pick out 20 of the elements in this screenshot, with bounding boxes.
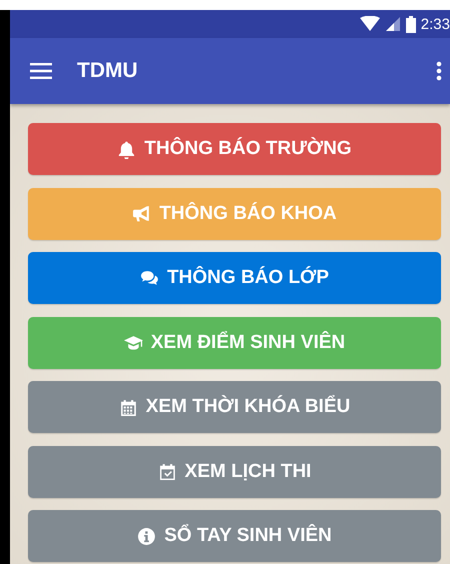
status-time: 2:33 [420,16,450,32]
signal-icon [384,16,401,32]
menu-icon[interactable] [30,63,52,79]
calendar-check-icon [158,462,177,481]
more-options-icon[interactable] [436,61,442,81]
menu-button[interactable]: XEM LỊCH THI [28,446,441,498]
megaphone-icon [132,204,152,223]
menu-button[interactable]: THÔNG BÁO KHOA [28,188,441,240]
battery-icon [406,16,416,32]
wifi-icon [360,16,380,32]
bell-icon [117,140,136,158]
speech-bubbles-icon [140,268,160,288]
menu-button[interactable]: SỔ TAY SINH VIÊN [28,510,441,562]
menu-button[interactable]: XEM ĐIỂM SINH VIÊN [28,316,441,368]
calendar-icon [118,398,138,416]
menu-button[interactable]: THÔNG BÁO TRƯỜNG [28,123,441,175]
info-icon [137,526,156,546]
app-title: TDMU [77,59,139,83]
menu-button[interactable]: XEM THỜI KHÓA BIỂU [28,381,441,433]
menu-button[interactable]: THÔNG BÁO LỚP [28,252,441,304]
